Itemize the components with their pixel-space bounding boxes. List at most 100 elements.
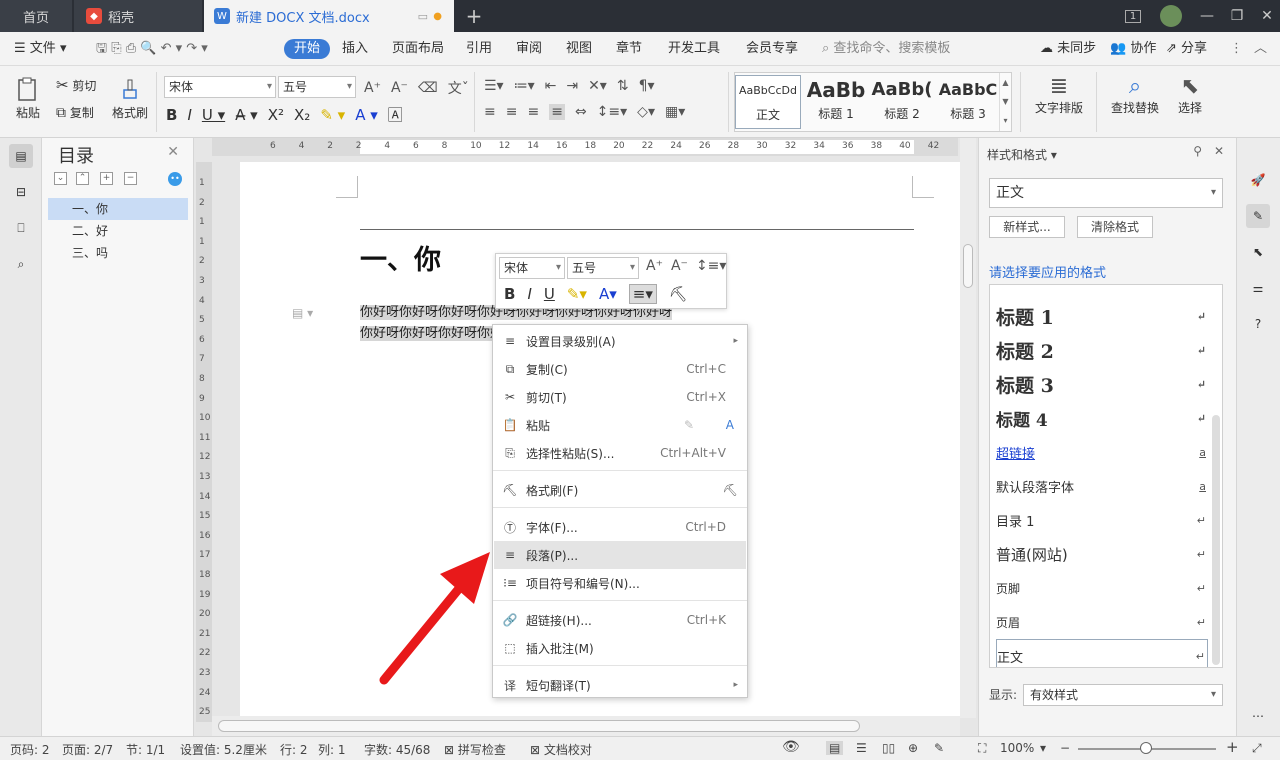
phonetic-icon[interactable]: 文ˇ (448, 78, 469, 98)
underline-icon[interactable]: U (544, 285, 555, 303)
format-painter-button[interactable]: 格式刷 (110, 76, 150, 121)
find-replace-button[interactable]: ⌕ 查找替换 (1102, 74, 1168, 116)
menu-tab-start[interactable]: 开始 (284, 39, 331, 59)
spell-check-button[interactable]: ⊠ 拼写检查 (444, 741, 506, 758)
zoom-out-icon[interactable]: − (1060, 741, 1070, 755)
char-border-icon[interactable]: 🄰 (388, 104, 403, 125)
align-center-icon[interactable]: ≡ (506, 104, 518, 120)
collab-button[interactable]: 👥 协作 (1110, 39, 1156, 59)
style-normal[interactable]: AaBbCcDd 正文 (735, 75, 801, 129)
cut-button[interactable]: ✂ 剪切 (56, 76, 96, 94)
style-item-heading2[interactable]: 标题 2 ↵ (996, 333, 1208, 367)
shading-icon[interactable]: ◇▾ (637, 104, 655, 120)
bold-icon[interactable]: B (504, 285, 515, 303)
window-count-badge[interactable]: 1 (1116, 0, 1150, 32)
style-item-heading1[interactable]: 标题 1 ↵ (996, 299, 1208, 333)
style-item-footer[interactable]: 页脚 ↵ (996, 571, 1208, 605)
menu-tab-insert[interactable]: 插入 (342, 39, 368, 59)
menu-item-bullets-numbering[interactable]: ⁝≡ 项目符号和编号(N)... (494, 569, 746, 597)
scroll-thumb[interactable] (963, 244, 973, 288)
status-setting[interactable]: 设置值: 5.2厘米 (180, 741, 267, 758)
subscript-icon[interactable]: X₂ (294, 106, 310, 124)
remove-heading-icon[interactable]: − (124, 172, 137, 185)
style-item-toc1[interactable]: 目录 1 ↵ (996, 503, 1208, 537)
style-item-default-font[interactable]: 默认段落字体 a (996, 469, 1208, 503)
vertical-ruler[interactable]: 1 2 1 1 2 3 4 5 6 7 8 9 10 11 12 13 14 15 16 17 18 19 20 21 22 23… (196, 162, 212, 722)
sliders-icon[interactable]: ⚌ (1246, 276, 1270, 300)
select-button[interactable]: ⬉ 选择 (1170, 74, 1210, 116)
zoom-slider-handle[interactable] (1140, 742, 1152, 754)
style-heading3[interactable]: AaBbC 标题 3 (935, 75, 1001, 129)
font-color-icon[interactable]: A▾ (599, 285, 617, 303)
new-style-button[interactable]: 新样式... (989, 216, 1065, 238)
minimize-icon[interactable]: — (1190, 0, 1224, 32)
grow-font-icon[interactable]: A⁺ (364, 80, 381, 96)
align-left-icon[interactable]: ≡ (484, 104, 496, 120)
menu-item-paste-special[interactable]: ⎘ 选择性粘贴(S)... Ctrl+Alt+V (494, 439, 746, 467)
horizontal-ruler[interactable]: 6 4 2 2 4 6 8 10 12 14 16 18 20 22 24 26 28 30 32 34 36 38 40 4… (212, 138, 958, 156)
vertical-scrollbar[interactable] (960, 138, 976, 718)
style-item-heading4[interactable]: 标题 4 ↵ (996, 401, 1208, 435)
bold-icon[interactable]: B (166, 106, 177, 124)
paste-text-only-icon[interactable]: A (726, 418, 734, 432)
expand-all-icon[interactable]: ⌄ (54, 172, 67, 185)
file-menu[interactable]: ☰ 文件 ▾ (14, 39, 66, 59)
menu-item-hyperlink[interactable]: 🔗 超链接(H)... Ctrl+K (494, 606, 746, 634)
font-color-icon[interactable]: A ▾ (355, 106, 378, 124)
smart-toc-icon[interactable]: •• (168, 172, 182, 186)
shrink-font-icon[interactable]: A⁻ (391, 80, 408, 96)
current-style-select[interactable]: 正文 ▾ (989, 178, 1223, 208)
line-spacing-icon[interactable]: ↕≡▾ (696, 258, 727, 274)
style-gallery-scroll[interactable]: ▲ ▼ ▾ (999, 73, 1011, 131)
monitor-icon[interactable]: ▭ (418, 10, 428, 23)
status-section[interactable]: 节: 1/1 (126, 741, 165, 758)
reading-view-icon[interactable]: ▯▯ (882, 741, 895, 755)
justify-icon[interactable]: ≡ (549, 104, 565, 120)
menu-tab-layout[interactable]: 页面布局 (392, 39, 444, 59)
bookmark-icon[interactable]: ⎕ (9, 216, 33, 240)
style-heading1[interactable]: AaBb 标题 1 (803, 75, 869, 129)
increase-indent-icon[interactable]: ⇥ (566, 78, 578, 94)
chinese-layout-icon[interactable]: ✕▾ (588, 78, 607, 94)
paragraph-handle-icon[interactable]: ▤ ▾ (292, 306, 313, 320)
align-icon[interactable]: ≡▾ (628, 284, 657, 304)
style-item-normal[interactable]: 正文 ↵ (996, 639, 1208, 667)
menu-tab-member[interactable]: 会员专享 (746, 39, 798, 59)
menu-item-paragraph[interactable]: ≡ 段落(P)... (494, 541, 746, 569)
horizontal-scrollbar[interactable] (212, 716, 960, 736)
toc-item[interactable]: 一、你 (48, 198, 188, 220)
status-page-number[interactable]: 页码: 2 (10, 741, 50, 758)
tab-home[interactable]: 首页 (0, 0, 72, 32)
menu-item-translate[interactable]: 译短句翻译(T) ▸ (494, 671, 746, 699)
format-painter-icon[interactable]: ⛏ (669, 285, 688, 303)
distribute-icon[interactable]: ⇔ (575, 104, 587, 120)
rocket-icon[interactable]: 🚀 (1246, 168, 1270, 192)
show-marks-icon[interactable]: ¶▾ (639, 78, 655, 94)
pin-icon[interactable]: ⚲ (1193, 144, 1202, 158)
bullet-list-icon[interactable]: ☰▾ (484, 78, 504, 94)
document-heading[interactable]: 一、你 (360, 238, 441, 277)
style-item-header[interactable]: 页眉 ↵ (996, 605, 1208, 639)
font-size-select[interactable]: 五号 (278, 76, 356, 98)
proofread-button[interactable]: ⊠ 文档校对 (530, 741, 592, 758)
eye-protect-icon[interactable]: 👁 (782, 739, 800, 755)
numbered-list-icon[interactable]: ≔▾ (514, 78, 535, 94)
share-button[interactable]: ⇗ 分享 (1166, 39, 1207, 59)
zoom-level[interactable]: 100% (1000, 741, 1034, 755)
zoom-dropdown-icon[interactable]: ▾ (1040, 741, 1046, 755)
menu-item-cut[interactable]: ✂ 剪切(T) Ctrl+X (494, 383, 746, 411)
grow-font-icon[interactable]: A⁺ (646, 258, 663, 274)
toc-item[interactable]: 三、吗 (48, 242, 188, 264)
strikethrough-icon[interactable]: A̶ ▾ (235, 106, 258, 124)
text-layout-button[interactable]: ≣ 文字排版 (1026, 74, 1092, 116)
write-view-icon[interactable]: ✎ (934, 741, 944, 755)
status-pages[interactable]: 页面: 2/7 (62, 741, 113, 758)
add-heading-icon[interactable]: + (100, 172, 113, 185)
zoom-in-icon[interactable]: + (1226, 738, 1239, 756)
style-heading2[interactable]: AaBb( 标题 2 (869, 75, 935, 129)
italic-icon[interactable]: I (187, 106, 191, 124)
border-icon[interactable]: ▦▾ (665, 104, 685, 120)
style-item-heading3[interactable]: 标题 3 ↵ (996, 367, 1208, 401)
shrink-font-icon[interactable]: A⁻ (671, 258, 688, 274)
highlight-icon[interactable]: ✎ ▾ (320, 106, 345, 124)
